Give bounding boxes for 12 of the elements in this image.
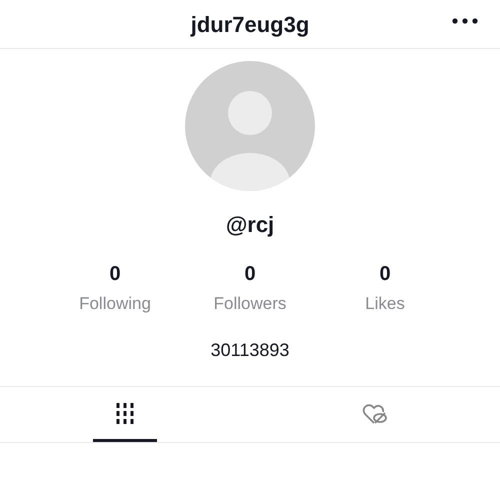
- stat-label: Following: [79, 293, 151, 315]
- bio-text: 30113893: [210, 338, 290, 362]
- hidden-heart-icon: [361, 402, 389, 426]
- stat-label: Followers: [214, 293, 286, 315]
- stat-label: Likes: [365, 293, 405, 315]
- stat-count: 0: [109, 262, 121, 287]
- stat-count: 0: [244, 262, 256, 287]
- more-icon[interactable]: [452, 18, 478, 24]
- profile-title: jdur7eug3g: [190, 10, 310, 39]
- grid-icon: [115, 402, 135, 424]
- username: @rcj: [226, 211, 274, 239]
- stat-count: 0: [379, 262, 391, 287]
